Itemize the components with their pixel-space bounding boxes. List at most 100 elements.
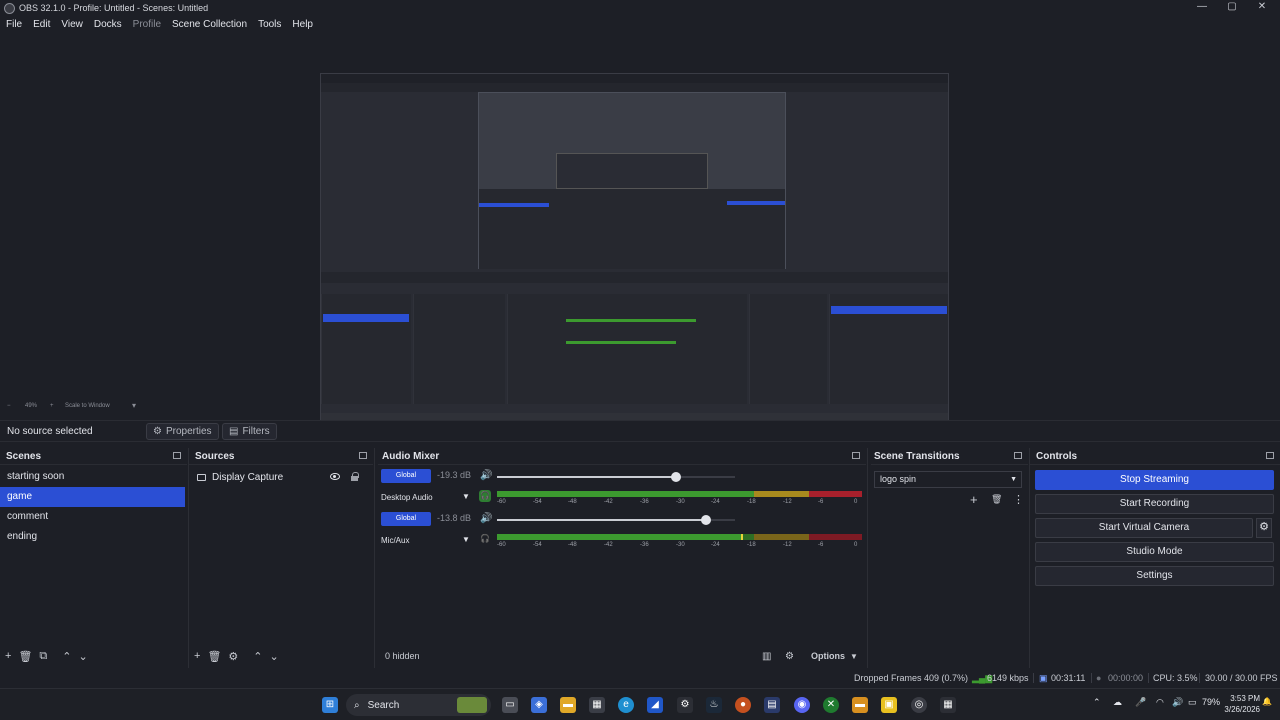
options-caret-icon[interactable]: ▼ [850,652,858,661]
channel-dropdown-icon[interactable]: ▼ [462,492,470,501]
float-dock-icon[interactable] [359,452,367,459]
windows-start-icon[interactable]: ⊞ [322,697,338,713]
volume-slider[interactable] [497,515,735,525]
zoom-out-button[interactable]: − [7,403,11,409]
lock-icon[interactable] [351,472,359,481]
scene-filters-icon[interactable]: ⧉ [39,650,47,663]
taskbar-search-box[interactable]: ⌕ Search [346,694,491,716]
menu-view[interactable]: View [61,19,83,30]
move-up-icon[interactable]: ⌃ [253,650,262,663]
move-up-icon[interactable]: ⌃ [62,650,71,663]
transition-select[interactable]: logo spin ▼ [874,471,1022,488]
move-down-icon[interactable]: ⌄ [270,650,279,663]
zoom-in-button[interactable]: + [50,403,54,409]
close-button[interactable]: ✕ [1247,0,1277,16]
properties-button[interactable]: ⚙ Properties [146,423,219,440]
add-source-icon[interactable]: + [194,650,200,662]
layout-toggle-icon[interactable]: ▥ [762,651,771,662]
filters-button[interactable]: ▤ Filters [222,423,277,440]
app-icon-yellow[interactable]: ▣ [881,697,897,713]
transition-menu-icon[interactable]: ⋮ [1013,493,1024,506]
float-dock-icon[interactable] [852,452,860,459]
menu-profile[interactable]: Profile [133,19,161,30]
tray-mic-icon[interactable]: 🎤 [1135,697,1146,708]
app-icon-dark[interactable]: ▤ [764,697,780,713]
start-recording-button[interactable]: Start Recording [1035,494,1274,514]
nested-meter-2 [566,341,676,344]
app-icon-grid[interactable]: ▦ [940,697,956,713]
menu-file[interactable]: File [6,19,22,30]
tray-cloud-icon[interactable]: ☁ [1113,697,1122,708]
source-properties-gear-icon[interactable]: ⚙ [228,650,238,663]
options-button[interactable]: Options [811,651,845,661]
channel-scope-chip[interactable]: Global [381,469,431,483]
tray-network-icon[interactable]: ◠ [1156,697,1164,708]
scale-mode-select[interactable]: Scale to Window [65,403,110,409]
speaker-icon[interactable]: 🔊 [480,513,492,524]
xbox-icon[interactable]: ✕ [823,697,839,713]
nested-meter-1 [566,319,696,322]
preview-area[interactable] [0,33,1280,428]
task-view-icon[interactable]: ▭ [502,697,518,713]
mixer-channel-desktop-audio: Global -19.3 dB 🔊 Desktop Audio ▼ 🎧 -60-… [378,469,866,513]
volume-slider-handle[interactable] [670,472,681,482]
volume-slider-handle[interactable] [701,515,712,525]
transitions-header: Scene Transitions [871,448,1028,465]
controls-header: Controls [1030,448,1280,465]
add-transition-icon[interactable]: + [970,492,978,507]
studio-mode-button[interactable]: Studio Mode [1035,542,1274,562]
dock-separator [374,448,375,668]
remove-source-icon[interactable]: 🗑 [207,650,221,663]
zoom-row: − 49% + Scale to Window ▾ [0,401,1280,412]
minimize-button[interactable]: — [1187,0,1217,16]
mixer-settings-icon[interactable]: ⚙ [785,651,794,662]
folder-icon[interactable]: ▬ [852,697,868,713]
preview-canvas[interactable] [320,73,949,428]
store-icon[interactable]: ▦ [589,697,605,713]
menu-scene-collection[interactable]: Scene Collection [172,19,247,30]
float-dock-icon[interactable] [1266,452,1274,459]
headphones-monitor-icon[interactable]: 🎧 [479,490,491,502]
scene-item-ending[interactable]: ending [0,527,187,547]
app-icon-orange[interactable]: ● [735,697,751,713]
menu-tools[interactable]: Tools [258,19,281,30]
discord-icon[interactable]: ◉ [794,697,810,713]
scene-item-comment[interactable]: comment [0,507,187,527]
menu-docks[interactable]: Docks [94,19,122,30]
edge-browser-icon[interactable]: e [618,697,634,713]
file-explorer-icon[interactable]: ▬ [560,697,576,713]
copilot-icon[interactable]: ◈ [531,697,547,713]
move-down-icon[interactable]: ⌄ [78,650,87,663]
tray-volume-icon[interactable]: 🔊 [1172,697,1183,708]
virtual-camera-settings-gear-icon[interactable]: ⚙ [1256,518,1272,538]
channel-scope-chip[interactable]: Global [381,512,431,526]
menu-help[interactable]: Help [292,19,313,30]
notification-icon[interactable]: 🔔 [1262,697,1272,706]
settings-gear-icon[interactable]: ⚙ [677,697,693,713]
app-icon-blue[interactable]: ◢ [647,697,663,713]
stop-streaming-button[interactable]: Stop Streaming [1035,470,1274,490]
visibility-eye-icon[interactable] [330,473,340,480]
remove-scene-icon[interactable]: 🗑 [18,650,32,663]
steam-icon[interactable]: ♨ [706,697,722,713]
scale-mode-caret-icon[interactable]: ▾ [132,401,136,410]
obs-taskbar-icon[interactable]: ◎ [911,697,927,713]
tray-battery-icon[interactable]: ▭ [1188,697,1197,708]
scene-item-starting-soon[interactable]: starting soon [0,467,187,487]
settings-button[interactable]: Settings [1035,566,1274,586]
add-scene-icon[interactable]: + [5,650,11,662]
start-virtual-camera-button[interactable]: Start Virtual Camera [1035,518,1253,538]
volume-slider[interactable] [497,472,735,482]
taskbar-clock[interactable]: 3:53 PM 3/26/2026 [1224,693,1260,715]
speaker-icon[interactable]: 🔊 [480,470,492,481]
menu-edit[interactable]: Edit [33,19,50,30]
float-dock-icon[interactable] [1014,452,1022,459]
channel-dropdown-icon[interactable]: ▼ [462,535,470,544]
tray-chevron-icon[interactable]: ⌃ [1093,697,1101,708]
source-item-display-capture[interactable]: Display Capture [189,467,373,487]
headphones-monitor-icon[interactable]: 🎧 [479,533,491,545]
float-dock-icon[interactable] [173,452,181,459]
remove-transition-icon[interactable]: 🗑 [991,494,1002,505]
maximize-button[interactable]: ▢ [1217,0,1247,16]
scene-item-game[interactable]: game [0,487,185,507]
